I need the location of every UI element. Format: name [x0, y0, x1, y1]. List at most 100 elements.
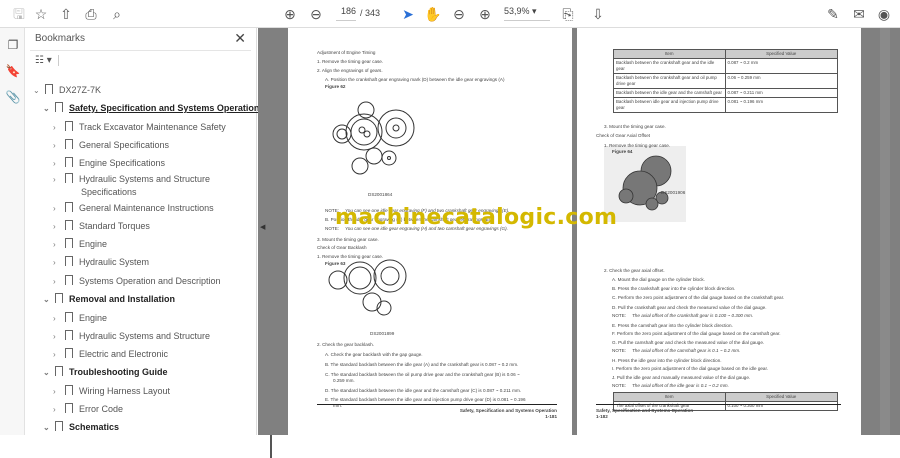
gear-figure-62	[332, 101, 415, 175]
bookmark-item[interactable]: › Error Code	[53, 401, 123, 417]
scrolling-mode-icon[interactable]: ⇩	[589, 5, 607, 23]
chevron-right-icon[interactable]: ›	[53, 329, 63, 345]
bookmark-item[interactable]: › Hydraulic Systems and Structure	[53, 328, 210, 344]
close-icon[interactable]: ✕	[234, 30, 246, 47]
text-line: Figure 64	[612, 149, 633, 154]
document-scrollbar[interactable]	[880, 28, 890, 435]
bookmark-flag-icon	[65, 330, 73, 340]
chevron-down-icon[interactable]: ⌄	[43, 101, 53, 117]
chevron-right-icon[interactable]: ›	[53, 138, 63, 154]
zoom-in-icon[interactable]: ⊕	[476, 5, 494, 23]
text-line: Figure 62	[325, 84, 346, 89]
bookmark-flag-icon	[65, 157, 73, 167]
chevron-right-icon[interactable]: ›	[53, 201, 63, 217]
bookmark-label: Electric and Electronic	[79, 349, 169, 359]
bookmark-item[interactable]: › Wiring Harness Layout	[53, 383, 170, 399]
chevron-right-icon[interactable]: ›	[53, 120, 63, 136]
zoom-select[interactable]: 53,9% ▾	[504, 6, 550, 21]
chevron-down-icon[interactable]: ⌄	[33, 83, 43, 99]
chevron-down-icon[interactable]: ⌄	[43, 292, 53, 308]
sign-icon[interactable]: ✎	[824, 5, 842, 23]
bookmark-item[interactable]: ⌄ DX27Z-7K	[33, 82, 101, 98]
bookmark-icon[interactable]: 🔖	[4, 62, 22, 80]
search-icon[interactable]: ⌕	[108, 5, 126, 23]
bookmark-item[interactable]: › Hydraulic Systems and Structure Specific…	[53, 173, 210, 199]
select-cursor-icon[interactable]: ➤	[399, 5, 417, 23]
text-line: 3. Mount the timing gear case.	[604, 124, 666, 129]
mail-icon[interactable]: ✉	[850, 5, 868, 23]
text-line: 1. Remove the timing gear case.	[317, 59, 384, 64]
chevron-right-icon[interactable]: ›	[53, 237, 63, 253]
bookmark-item[interactable]: ⌄ Schematics	[43, 419, 119, 435]
text-line: I. Perform the zero point adjustment of …	[612, 366, 769, 371]
bookmark-item[interactable]: ⌄ Troubleshooting Guide	[43, 364, 168, 380]
bookmark-item[interactable]: › General Specifications	[53, 137, 169, 153]
chevron-right-icon[interactable]: ›	[53, 347, 63, 363]
page-thumbnails-icon[interactable]: ❐	[4, 36, 22, 54]
bookmark-item[interactable]: ⌄ Removal and Installation	[43, 291, 175, 307]
bookmark-label-cont: Specifications	[81, 187, 137, 197]
bookmark-label: Track Excavator Maintenance Safety	[79, 122, 226, 132]
next-page-icon[interactable]: ⊖	[307, 5, 325, 23]
text-line: The axial offset of the crankshaft gear …	[632, 313, 754, 318]
print-icon[interactable]: ⎙	[82, 5, 100, 23]
bookmark-flag-icon	[65, 348, 73, 358]
bookmark-item[interactable]: › Standard Torques	[53, 218, 150, 234]
star-icon[interactable]: ☆	[32, 5, 50, 23]
table-row: Backlash between the idle gear and the c…	[613, 87, 838, 98]
footer-page-number: 1-181	[545, 414, 557, 420]
table-cell: Backlash between the crankshaft gear and…	[613, 57, 726, 74]
previous-page-icon[interactable]: ⊕	[281, 5, 299, 23]
column-header: Item	[613, 49, 726, 59]
spec-table: Item Specified Value Backlash between the …	[613, 49, 838, 113]
bookmark-item[interactable]: › Systems Operation and Description	[53, 273, 221, 289]
bookmark-options-button[interactable]: ☷ ▾	[35, 55, 59, 66]
chevron-right-icon[interactable]: ›	[53, 274, 63, 290]
text-line: J. Pull the idle gear and manually measu…	[612, 375, 751, 380]
bookmark-label: Engine Specifications	[79, 158, 166, 168]
chevron-right-icon[interactable]: ›	[53, 219, 63, 235]
bookmark-item[interactable]: › General Maintenance Instructions	[53, 200, 214, 216]
bookmark-item[interactable]: › Engine	[53, 236, 107, 252]
text-line: NOTE:	[612, 348, 627, 353]
chevron-right-icon[interactable]: ›	[53, 255, 63, 271]
bookmark-item[interactable]: › Hydraulic System	[53, 254, 149, 270]
text-line: E. Press the camshaft gear into the cyli…	[612, 323, 733, 328]
table-header: Item Specified Value	[613, 49, 838, 59]
chevron-right-icon[interactable]: ›	[53, 174, 63, 186]
bookmark-label: General Maintenance Instructions	[79, 203, 214, 213]
text-line: A. Mount the dial gauge on the cylinder …	[612, 277, 705, 282]
document-area: ◀ Adjustment of Engine Timing 1. Remove t…	[258, 28, 900, 435]
bookmark-item[interactable]: › Electric and Electronic	[53, 346, 168, 362]
chevron-right-icon[interactable]: ›	[53, 156, 63, 172]
bookmark-item[interactable]: › Track Excavator Maintenance Safety	[53, 119, 226, 135]
bookmark-label: Engine	[79, 313, 108, 323]
text-line: 2. Check the gear axial offset.	[604, 268, 665, 273]
hand-tool-icon[interactable]: ✋	[424, 5, 442, 23]
bookmark-item[interactable]: ⌄ Safety, Specification and Systems Opera…	[43, 100, 259, 116]
attachment-icon[interactable]: 📎	[4, 88, 22, 106]
account-icon[interactable]: ◉	[875, 5, 893, 23]
page-number-input[interactable]: 186	[336, 6, 356, 21]
cloud-upload-icon[interactable]: ⇧	[57, 5, 75, 23]
bookmark-item[interactable]: › Engine	[53, 310, 107, 326]
table-row: Backlash between the crankshaft gear and…	[613, 57, 838, 74]
fit-page-icon[interactable]: ⎘	[559, 5, 577, 23]
chevron-right-icon[interactable]: ›	[53, 311, 63, 327]
bookmark-flag-icon	[55, 102, 63, 112]
chevron-down-icon[interactable]: ⌄	[43, 365, 53, 381]
column-header: Item	[613, 392, 726, 402]
text-line: The axial offset of the camshaft gear is…	[632, 348, 741, 353]
bookmark-item[interactable]: › Engine Specifications	[53, 155, 165, 171]
chevron-down-icon[interactable]: ⌄	[43, 420, 53, 436]
chevron-right-icon[interactable]: ›	[53, 384, 63, 400]
bookmark-flag-icon	[45, 84, 53, 94]
collapse-panel-icon[interactable]: ◀	[260, 223, 265, 231]
text-line: B. The standard backlash between the idl…	[325, 362, 519, 367]
page-footer: Safety, Specification and Systems Operat…	[596, 404, 841, 420]
watermark: machinecatalogic.com	[335, 205, 618, 230]
zoom-out-icon[interactable]: ⊖	[450, 5, 468, 23]
chevron-right-icon[interactable]: ›	[53, 402, 63, 418]
text-line: G. Pull the camshaft gear and check the …	[612, 340, 765, 345]
save-icon[interactable]: 🖫	[10, 5, 28, 23]
